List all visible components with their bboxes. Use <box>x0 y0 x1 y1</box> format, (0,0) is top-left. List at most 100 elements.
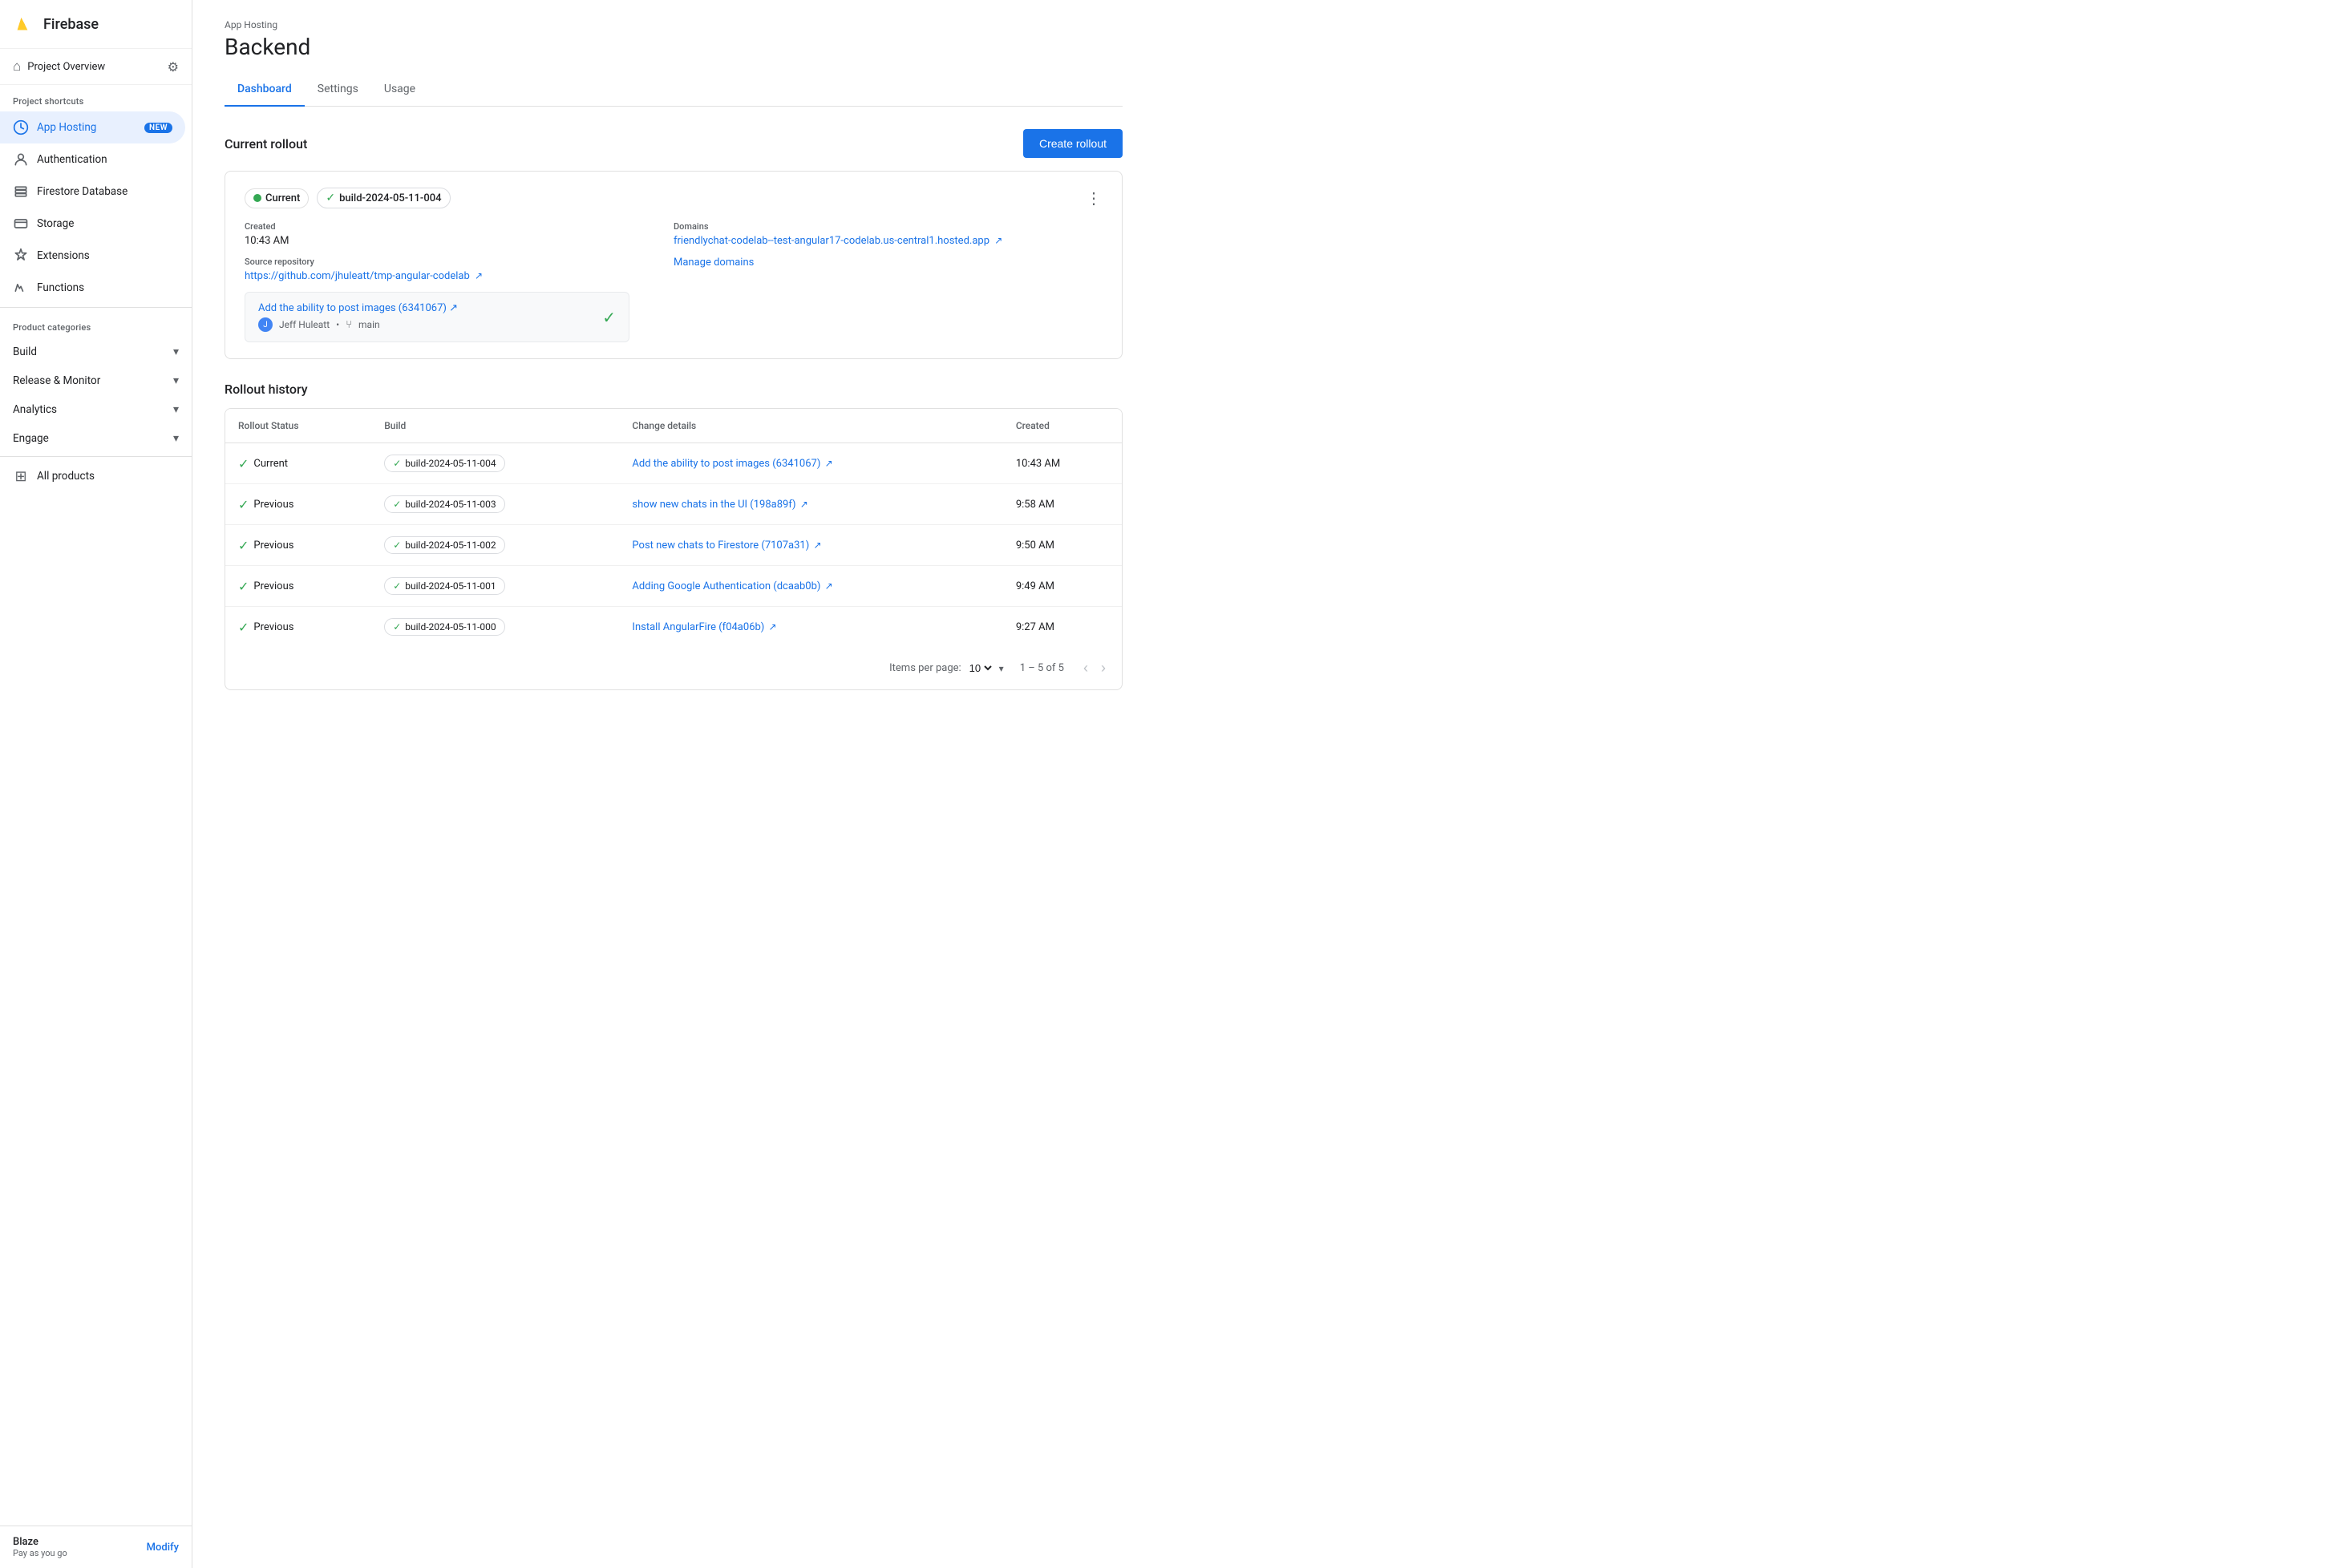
row-status-1: ✓ Previous <box>225 484 371 525</box>
row-build-label-0: build-2024-05-11-004 <box>405 458 496 469</box>
row-build-2: ✓ build-2024-05-11-002 <box>371 525 619 566</box>
home-icon: ⌂ <box>13 59 21 75</box>
sidebar-item-app-hosting[interactable]: App Hosting NEW <box>0 111 185 143</box>
pagination-prev-button[interactable]: ‹ <box>1080 657 1091 680</box>
sidebar-item-build-label: Build <box>13 346 165 358</box>
row-change-link-4[interactable]: Install AngularFire (f04a06b) ↗ <box>632 621 776 633</box>
rollout-table: Rollout Status Build Change details Crea… <box>225 409 1122 647</box>
sidebar-item-analytics[interactable]: Analytics ▾ <box>0 395 192 424</box>
pagination-range: 1 – 5 of 5 <box>1020 662 1064 674</box>
source-repo-label: Source repository <box>245 257 674 267</box>
row-build-badge-2: ✓ build-2024-05-11-002 <box>384 536 504 554</box>
row-created-1: 9:58 AM <box>1003 484 1122 525</box>
release-monitor-chevron-icon: ▾ <box>173 374 179 387</box>
blaze-sub: Pay as you go <box>13 1548 67 1558</box>
project-overview-label: Project Overview <box>27 61 105 73</box>
domains-link[interactable]: friendlychat-codelab--test-angular17-cod… <box>674 235 989 247</box>
sidebar-item-storage[interactable]: Storage <box>0 208 192 240</box>
change-external-icon-2: ↗ <box>813 540 821 551</box>
app-hosting-icon <box>13 119 29 135</box>
sidebar-item-build[interactable]: Build ▾ <box>0 337 192 366</box>
commit-check-icon: ✓ <box>602 308 616 327</box>
more-options-icon[interactable]: ⋮ <box>1086 188 1103 208</box>
row-change-link-0[interactable]: Add the ability to post images (6341067)… <box>632 458 832 470</box>
row-build-badge-3: ✓ build-2024-05-11-001 <box>384 577 504 595</box>
row-build-badge-4: ✓ build-2024-05-11-000 <box>384 618 504 636</box>
sidebar-item-release-monitor-label: Release & Monitor <box>13 374 165 387</box>
sidebar-item-engage[interactable]: Engage ▾ <box>0 424 192 453</box>
sidebar-item-extensions-label: Extensions <box>37 249 179 262</box>
build-check-icon: ✓ <box>326 192 335 204</box>
row-created-3: 9:49 AM <box>1003 566 1122 607</box>
change-external-icon-1: ↗ <box>800 499 808 510</box>
commit-author: Jeff Huleatt <box>279 319 330 330</box>
gear-icon[interactable]: ⚙ <box>168 59 179 75</box>
source-repo-link[interactable]: https://github.com/jhuleatt/tmp-angular-… <box>245 270 470 282</box>
change-external-icon-4: ↗ <box>769 621 777 632</box>
row-status-2: ✓ Previous <box>225 525 371 566</box>
breadcrumb: App Hosting <box>225 19 1123 30</box>
row-build-label-3: build-2024-05-11-001 <box>405 580 496 592</box>
domains-label: Domains <box>674 221 1103 232</box>
tab-usage[interactable]: Usage <box>371 73 428 107</box>
items-per-page-select[interactable]: 10 25 50 <box>966 661 994 675</box>
row-status-label-3: Previous <box>253 580 293 592</box>
row-status-label-4: Previous <box>253 621 293 633</box>
row-status-check-icon-3: ✓ <box>238 579 249 594</box>
sidebar-item-all-products-label: All products <box>37 470 179 483</box>
card-header: Current ✓ build-2024-05-11-004 ⋮ <box>245 188 1103 208</box>
row-created-2: 9:50 AM <box>1003 525 1122 566</box>
table-row: ✓ Previous ✓ build-2024-05-11-003 show n… <box>225 484 1122 525</box>
row-status-check-icon-1: ✓ <box>238 497 249 512</box>
sidebar-item-release-monitor[interactable]: Release & Monitor ▾ <box>0 366 192 395</box>
row-change-link-1[interactable]: show new chats in the UI (198a89f) ↗ <box>632 499 807 511</box>
build-badge: ✓ build-2024-05-11-004 <box>317 188 450 208</box>
commit-link[interactable]: Add the ability to post images (6341067)… <box>258 302 458 314</box>
sidebar-item-functions-label: Functions <box>37 281 179 294</box>
created-value: 10:43 AM <box>245 235 674 247</box>
current-rollout-title: Current rollout <box>225 136 307 152</box>
row-change-link-2[interactable]: Post new chats to Firestore (7107a31) ↗ <box>632 540 821 552</box>
row-change-link-3[interactable]: Adding Google Authentication (dcaab0b) ↗ <box>632 580 832 592</box>
sidebar-item-engage-label: Engage <box>13 432 165 445</box>
sidebar-item-authentication[interactable]: Authentication <box>0 143 192 176</box>
row-build-check-icon-0: ✓ <box>393 458 401 469</box>
created-label: Created <box>245 221 674 232</box>
main-content: App Hosting Backend Dashboard Settings U… <box>192 0 2327 1568</box>
chevron-down-icon: ▾ <box>999 663 1004 674</box>
col-created: Created <box>1003 409 1122 443</box>
storage-icon <box>13 216 29 232</box>
manage-domains-link[interactable]: Manage domains <box>674 257 1103 269</box>
row-build-0: ✓ build-2024-05-11-004 <box>371 443 619 484</box>
sidebar-item-firestore[interactable]: Firestore Database <box>0 176 192 208</box>
sidebar-item-extensions[interactable]: Extensions <box>0 240 192 272</box>
col-change-details: Change details <box>619 409 1002 443</box>
table-row: ✓ Previous ✓ build-2024-05-11-002 Post n… <box>225 525 1122 566</box>
sidebar-item-all-products[interactable]: ⊞ All products <box>0 460 192 492</box>
row-change-3: Adding Google Authentication (dcaab0b) ↗ <box>619 566 1002 607</box>
project-overview-row[interactable]: ⌂ Project Overview ⚙ <box>0 49 192 85</box>
row-status-3: ✓ Previous <box>225 566 371 607</box>
tab-settings[interactable]: Settings <box>305 73 371 107</box>
col-build: Build <box>371 409 619 443</box>
modify-button[interactable]: Modify <box>147 1542 179 1554</box>
sidebar-item-firestore-label: Firestore Database <box>37 185 179 198</box>
row-build-check-icon-2: ✓ <box>393 540 401 551</box>
row-status-check-icon-2: ✓ <box>238 538 249 553</box>
green-dot-icon <box>253 194 261 202</box>
pagination-next-button[interactable]: › <box>1098 657 1109 680</box>
sidebar-footer: Blaze Pay as you go Modify <box>0 1526 192 1568</box>
app-hosting-badge: NEW <box>144 123 172 133</box>
all-products-icon: ⊞ <box>13 468 29 484</box>
project-shortcuts-label: Project shortcuts <box>0 85 192 111</box>
row-build-label-4: build-2024-05-11-000 <box>405 621 496 632</box>
table-row: ✓ Previous ✓ build-2024-05-11-000 Instal… <box>225 607 1122 648</box>
create-rollout-button[interactable]: Create rollout <box>1023 129 1123 158</box>
sidebar-item-functions[interactable]: Functions <box>0 272 192 304</box>
pagination-arrows: ‹ › <box>1080 657 1109 680</box>
app-title: Firebase <box>43 16 99 33</box>
sidebar-item-analytics-label: Analytics <box>13 403 165 416</box>
tab-dashboard[interactable]: Dashboard <box>225 73 305 107</box>
card-left: Created 10:43 AM Source repository https… <box>245 221 674 342</box>
pagination: Items per page: 10 25 50 ▾ 1 – 5 of 5 ‹ … <box>225 647 1122 689</box>
